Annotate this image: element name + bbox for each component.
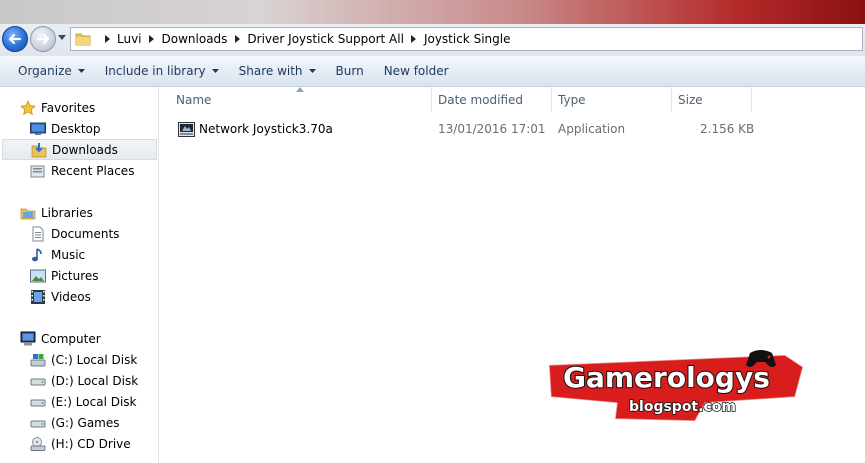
chevron-down-icon [77, 69, 85, 73]
sidebar-item-label: Favorites [41, 100, 96, 115]
hard-drive-icon [29, 394, 46, 410]
desktop-icon [29, 121, 46, 137]
sidebar-item-label: (E:) Local Disk [51, 394, 137, 409]
file-date-cell: 13/01/2016 17:01 [438, 122, 546, 136]
star-icon [19, 99, 36, 116]
forward-arrow-icon [36, 33, 50, 45]
hard-drive-icon [29, 415, 46, 431]
sidebar-item-drive-g[interactable]: (G:) Games [0, 412, 159, 433]
sidebar-item-drive-c[interactable]: (C:) Local Disk [0, 349, 159, 370]
breadcrumb-separator-icon[interactable] [145, 32, 159, 46]
command-toolbar: Organize Include in library Share with B… [0, 56, 865, 87]
folder-icon [75, 33, 91, 46]
sidebar-item-label: Computer [41, 331, 101, 346]
file-type-cell: Application [558, 122, 626, 136]
breadcrumb-separator-icon[interactable] [230, 32, 244, 46]
sidebar-item-label: (D:) Local Disk [51, 373, 139, 388]
column-header-size[interactable]: Size [672, 87, 752, 112]
libraries-icon [19, 205, 36, 221]
share-with-label: Share with [238, 64, 303, 78]
sidebar-item-drive-h[interactable]: (H:) CD Drive [0, 433, 159, 454]
file-name-cell[interactable]: Network Joystick3.70a [178, 118, 333, 140]
file-name-label: Network Joystick3.70a [199, 122, 333, 136]
sidebar-item-label: Desktop [51, 121, 101, 136]
column-header-type[interactable]: Type [552, 87, 672, 112]
column-header-date-modified[interactable]: Date modified [432, 87, 552, 112]
file-row[interactable]: Network Joystick3.70a 13/01/2016 17:01 A… [174, 118, 864, 140]
hard-drive-icon [29, 373, 46, 389]
column-header-label: Name [176, 92, 212, 107]
new-folder-button[interactable]: New folder [374, 59, 459, 83]
watermark-brand-text: Gamerologys [563, 361, 770, 394]
sidebar-item-label: Pictures [51, 268, 99, 283]
sidebar-item-label: Documents [51, 226, 120, 241]
watermark-domain-text: blogspot.com [629, 399, 736, 415]
address-bar[interactable]: Luvi Downloads Driver Joystick Support A… [70, 27, 863, 51]
organize-button[interactable]: Organize [8, 59, 95, 83]
burn-button[interactable]: Burn [326, 59, 374, 83]
cd-drive-icon [29, 436, 46, 452]
system-drive-icon [29, 352, 46, 368]
sidebar-item-label: Libraries [41, 205, 93, 220]
sidebar-item-label: Downloads [52, 142, 118, 157]
sidebar-item-label: (H:) CD Drive [51, 436, 131, 451]
sidebar-item-pictures[interactable]: Pictures [0, 265, 159, 286]
chevron-down-icon [308, 69, 316, 73]
organize-label: Organize [18, 64, 72, 78]
sidebar-item-label: Music [51, 247, 86, 262]
sidebar-item-music[interactable]: Music [0, 244, 159, 265]
sidebar-item-favorites[interactable]: Favorites [0, 97, 159, 118]
sidebar-item-drive-d[interactable]: (D:) Local Disk [0, 370, 159, 391]
sidebar-item-downloads[interactable]: Downloads [2, 139, 157, 160]
computer-icon [19, 331, 36, 347]
include-in-library-label: Include in library [104, 64, 206, 78]
breadcrumb-downloads[interactable]: Downloads [162, 32, 228, 46]
breadcrumb-separator-icon[interactable] [407, 32, 421, 46]
column-header-name[interactable]: Name [170, 87, 432, 112]
sidebar-item-label: Recent Places [51, 163, 135, 178]
breadcrumb-joystick-single[interactable]: Joystick Single [424, 32, 511, 46]
include-in-library-button[interactable]: Include in library [95, 59, 229, 83]
music-note-icon [29, 247, 46, 263]
sidebar-item-documents[interactable]: Documents [0, 223, 159, 244]
gamerologys-watermark-logo: Gamerologys blogspot.com [548, 350, 804, 422]
chevron-down-icon [211, 69, 219, 73]
burn-label: Burn [335, 64, 364, 78]
new-folder-label: New folder [383, 64, 449, 78]
sidebar-item-videos[interactable]: Videos [0, 286, 159, 307]
sidebar-item-desktop[interactable]: Desktop [0, 118, 159, 139]
sidebar-item-computer[interactable]: Computer [0, 328, 159, 349]
recent-pages-dropdown-icon[interactable] [58, 35, 66, 40]
sidebar-item-libraries[interactable]: Libraries [0, 202, 159, 223]
back-arrow-icon [8, 33, 22, 45]
forward-button[interactable] [30, 26, 56, 52]
navigation-pane: Favorites Desktop Downloads Recent Place… [0, 87, 159, 463]
window-title-strip [0, 0, 865, 24]
breadcrumb-luvi[interactable]: Luvi [117, 32, 142, 46]
documents-icon [29, 226, 46, 242]
film-strip-icon [29, 289, 46, 305]
sidebar-item-recent-places[interactable]: Recent Places [0, 160, 159, 181]
recent-places-icon [29, 163, 46, 179]
sidebar-item-label: (G:) Games [51, 415, 120, 430]
column-header-label: Size [678, 92, 703, 107]
downloads-folder-icon [30, 142, 47, 158]
breadcrumb-separator-icon[interactable] [100, 32, 114, 46]
file-size-cell: 2.156 KB [700, 122, 755, 136]
column-header-label: Type [558, 92, 586, 107]
application-icon [178, 121, 195, 137]
navigation-bar: Luvi Downloads Driver Joystick Support A… [0, 24, 865, 56]
back-button[interactable] [2, 26, 28, 52]
sidebar-item-drive-e[interactable]: (E:) Local Disk [0, 391, 159, 412]
sidebar-item-label: Videos [51, 289, 91, 304]
pictures-icon [29, 268, 46, 284]
breadcrumb-driver-joystick-support-all[interactable]: Driver Joystick Support All [247, 32, 404, 46]
sidebar-item-label: (C:) Local Disk [51, 352, 138, 367]
share-with-button[interactable]: Share with [229, 59, 326, 83]
column-header-label: Date modified [438, 92, 524, 107]
